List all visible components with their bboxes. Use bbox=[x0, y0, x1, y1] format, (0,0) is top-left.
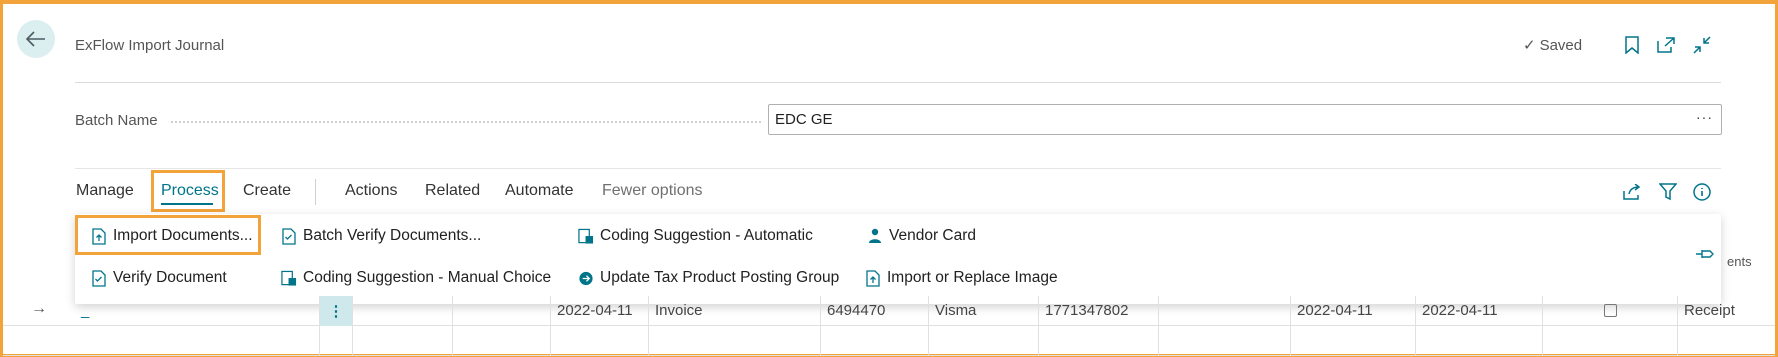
table-cell[interactable] bbox=[1159, 296, 1291, 326]
section-divider bbox=[75, 168, 1721, 169]
table-cell[interactable]: 2022-04-11 bbox=[1416, 296, 1543, 326]
menu-item-label: Verify Document bbox=[113, 269, 227, 286]
document-check-icon bbox=[91, 269, 107, 287]
document-image-icon bbox=[865, 269, 881, 287]
menu-item-label: Batch Verify Documents... bbox=[303, 227, 482, 244]
menu-item-verify-document[interactable]: Verify Document bbox=[91, 269, 227, 287]
table-cell[interactable] bbox=[1678, 326, 1775, 356]
checkmark-icon: ✓ bbox=[1523, 37, 1536, 54]
table-cell[interactable] bbox=[1416, 326, 1543, 356]
bookmark-icon[interactable] bbox=[1621, 34, 1643, 56]
table-cell[interactable] bbox=[551, 326, 649, 356]
table-cell[interactable] bbox=[821, 326, 929, 356]
tab-automate[interactable]: Automate bbox=[505, 182, 573, 200]
header-divider bbox=[75, 82, 1721, 83]
coding-suggestion-icon bbox=[281, 269, 297, 287]
actionbar-separator bbox=[315, 179, 316, 205]
batch-name-field[interactable]: EDC GE ··· bbox=[768, 104, 1722, 135]
process-highlight-box bbox=[151, 170, 225, 212]
table-cell[interactable] bbox=[1543, 326, 1678, 356]
obscured-text: ents bbox=[1727, 254, 1752, 269]
table-cell[interactable] bbox=[1543, 296, 1678, 326]
row-checkbox[interactable] bbox=[1603, 304, 1617, 317]
table-cell[interactable]: 6494470 bbox=[821, 296, 929, 326]
table-cell[interactable] bbox=[353, 296, 453, 326]
field-leader-dots bbox=[171, 121, 761, 123]
table-cell[interactable] bbox=[1039, 326, 1159, 356]
row-actions-button[interactable]: ⋮ bbox=[320, 296, 353, 326]
table-cell[interactable] bbox=[453, 296, 551, 326]
menu-item-coding-suggestion-automatic[interactable]: Coding Suggestion - Automatic bbox=[578, 227, 813, 245]
table-cell[interactable] bbox=[75, 326, 320, 356]
saved-label: Saved bbox=[1539, 36, 1583, 54]
table-cell[interactable] bbox=[929, 326, 1039, 356]
import-highlight-box bbox=[75, 215, 261, 255]
menu-item-label: Import or Replace Image bbox=[887, 269, 1058, 286]
page-title: ExFlow Import Journal bbox=[75, 37, 225, 54]
menu-item-label: Vendor Card bbox=[889, 227, 977, 244]
document-check-icon bbox=[281, 227, 297, 245]
info-icon[interactable] bbox=[1691, 181, 1713, 203]
menu-item-import-replace-image[interactable]: Import or Replace Image bbox=[865, 269, 1058, 287]
tab-create[interactable]: Create bbox=[243, 182, 291, 200]
batch-lookup-button[interactable]: ··· bbox=[1696, 109, 1713, 125]
table-cell[interactable]: Invoice bbox=[649, 296, 821, 326]
menu-item-label: Update Tax Product Posting Group bbox=[600, 269, 840, 286]
table-cell[interactable] bbox=[1291, 326, 1416, 356]
table-cell[interactable] bbox=[353, 326, 453, 356]
table-cell[interactable] bbox=[1159, 326, 1291, 356]
table-cell[interactable]: Receipt bbox=[1678, 296, 1775, 326]
arrow-left-icon bbox=[26, 31, 45, 47]
tab-related[interactable]: Related bbox=[425, 182, 480, 200]
menu-item-label: Coding Suggestion - Automatic bbox=[600, 227, 813, 244]
table-row[interactable]: → _ ⋮ 2022-04-11 Invoice 6494470 Visma 1… bbox=[3, 296, 1775, 326]
pin-icon[interactable] bbox=[1695, 247, 1715, 263]
fewer-options-button[interactable]: Fewer options bbox=[602, 182, 703, 200]
table-cell[interactable] bbox=[649, 326, 821, 356]
table-row[interactable] bbox=[3, 326, 1775, 356]
menu-item-coding-suggestion-manual[interactable]: Coding Suggestion - Manual Choice bbox=[281, 269, 551, 287]
table-cell[interactable] bbox=[453, 326, 551, 356]
table-cell[interactable] bbox=[320, 326, 353, 356]
update-tax-icon bbox=[578, 269, 594, 287]
menu-item-update-tax-group[interactable]: Update Tax Product Posting Group bbox=[578, 269, 839, 287]
table-cell[interactable]: Visma bbox=[929, 296, 1039, 326]
open-new-window-icon[interactable] bbox=[1655, 34, 1677, 56]
person-icon bbox=[867, 227, 883, 245]
coding-suggestion-icon bbox=[578, 227, 594, 245]
table-cell[interactable]: 2022-04-11 bbox=[551, 296, 649, 326]
saved-status: ✓ Saved bbox=[1523, 36, 1583, 55]
batch-name-value: EDC GE bbox=[775, 111, 833, 128]
menu-item-batch-verify[interactable]: Batch Verify Documents... bbox=[281, 227, 481, 245]
filter-icon[interactable] bbox=[1657, 181, 1679, 203]
share-icon[interactable] bbox=[1621, 181, 1643, 203]
menu-item-vendor-card[interactable]: Vendor Card bbox=[867, 227, 976, 245]
table-cell[interactable]: 1771347802 bbox=[1039, 296, 1159, 326]
menu-item-label: Coding Suggestion - Manual Choice bbox=[303, 269, 552, 286]
tab-manage[interactable]: Manage bbox=[76, 182, 134, 200]
back-button[interactable] bbox=[17, 20, 55, 58]
tab-actions[interactable]: Actions bbox=[345, 182, 397, 200]
table-cell[interactable]: 2022-04-11 bbox=[1291, 296, 1416, 326]
row-indicator-arrow-icon: → bbox=[31, 300, 47, 317]
journal-lines-grid: → _ ⋮ 2022-04-11 Invoice 6494470 Visma 1… bbox=[3, 296, 1775, 357]
table-cell[interactable]: _ bbox=[75, 296, 320, 326]
batch-name-label: Batch Name bbox=[75, 112, 158, 129]
collapse-icon[interactable] bbox=[1691, 34, 1713, 56]
